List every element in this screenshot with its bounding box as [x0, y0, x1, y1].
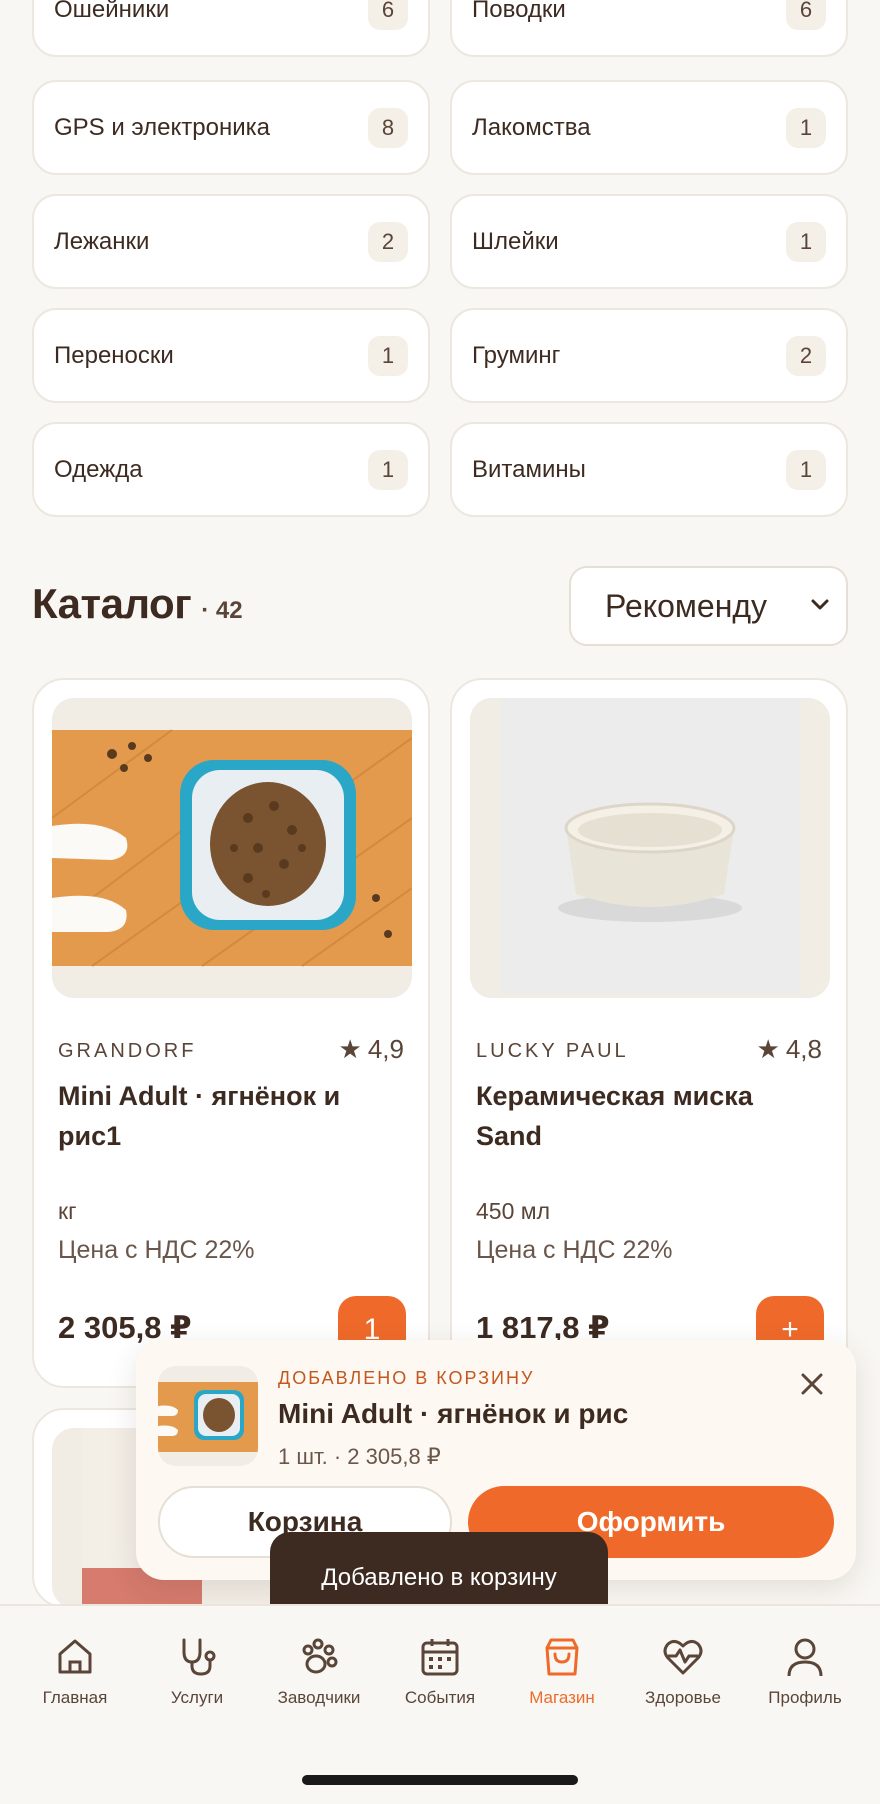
- category-label: Переноски: [54, 341, 174, 369]
- category-harnesses[interactable]: Шлейки 1: [450, 194, 848, 289]
- category-vitamins[interactable]: Витамины 1: [450, 422, 848, 517]
- rating-value: 4,8: [785, 1034, 822, 1064]
- nav-item-services[interactable]: Услуги: [136, 1634, 258, 1708]
- nav-label: Магазин: [529, 1688, 595, 1707]
- close-icon[interactable]: [794, 1366, 830, 1402]
- category-collars[interactable]: Ошейники 6: [32, 0, 430, 57]
- category-treats[interactable]: Лакомства 1: [450, 80, 848, 175]
- popup-product-meta: 1 шт. · 2 305,8 ₽: [278, 1444, 441, 1469]
- product-name[interactable]: Керамическая миска Sand: [476, 1076, 826, 1156]
- nav-item-health[interactable]: Здоровье: [622, 1634, 744, 1708]
- calendar-icon: [421, 1639, 459, 1676]
- category-count: 1: [786, 107, 826, 148]
- category-label: Ошейники: [54, 0, 170, 23]
- home-icon: [58, 1639, 92, 1674]
- product-vat-note: Цена с НДС 22%: [58, 1236, 255, 1264]
- stethoscope-icon: [182, 1638, 216, 1676]
- product-image-ceramic-bowl: [470, 698, 830, 998]
- nav-label: Главная: [42, 1688, 108, 1707]
- product-rating: ★ 4,8: [757, 1034, 822, 1065]
- sort-value: Рекоменду: [605, 587, 768, 624]
- product-rating: ★ 4,9: [339, 1034, 404, 1065]
- category-label: Витамины: [472, 455, 586, 483]
- nav-label: Услуги: [170, 1688, 224, 1707]
- category-count: 1: [786, 449, 826, 490]
- category-label: Лакомства: [472, 113, 591, 141]
- nav-item-home[interactable]: Главная: [14, 1634, 136, 1708]
- category-label: GPS и электроника: [54, 113, 270, 141]
- category-count: 8: [368, 107, 408, 148]
- category-clothing[interactable]: Одежда 1: [32, 422, 430, 517]
- product-card[interactable]: GRANDORF ★ 4,9 Mini Adult · ягнёнок и ри…: [32, 678, 430, 1388]
- nav-item-profile[interactable]: Профиль: [744, 1634, 866, 1708]
- category-gps[interactable]: GPS и электроника 8: [32, 80, 430, 175]
- product-card[interactable]: LUCKY PAUL ★ 4,8 Керамическая миска Sand…: [450, 678, 848, 1388]
- catalog-count: · 42: [201, 597, 243, 624]
- home-indicator: [302, 1775, 578, 1785]
- chevron-down-icon: [808, 592, 832, 621]
- popup-product-thumbnail: [158, 1366, 258, 1466]
- category-label: Одежда: [54, 455, 143, 483]
- category-count: 6: [368, 0, 408, 30]
- category-leashes[interactable]: Поводки 6: [450, 0, 848, 57]
- catalog-header: Каталог · 42: [32, 580, 243, 628]
- bottom-navigation: Главная Услуги Заводчики События Магазин…: [0, 1604, 880, 1804]
- nav-label: События: [404, 1688, 476, 1707]
- category-count: 2: [368, 221, 408, 262]
- product-brand: GRANDORF: [58, 1040, 197, 1062]
- category-count: 2: [786, 335, 826, 376]
- nav-label: Заводчики: [277, 1688, 361, 1707]
- nav-item-events[interactable]: События: [379, 1634, 501, 1708]
- category-grooming[interactable]: Груминг 2: [450, 308, 848, 403]
- user-icon: [787, 1638, 823, 1677]
- product-unit: 450 мл: [476, 1198, 550, 1224]
- product-vat-note: Цена с НДС 22%: [476, 1236, 673, 1264]
- category-label: Груминг: [472, 341, 561, 369]
- catalog-title: Каталог: [32, 580, 192, 627]
- star-icon: ★: [756, 1034, 780, 1064]
- nav-item-breeders[interactable]: Заводчики: [258, 1634, 380, 1708]
- product-brand: LUCKY PAUL: [476, 1040, 629, 1062]
- category-carriers[interactable]: Переноски 1: [32, 308, 430, 403]
- star-icon: ★: [338, 1034, 362, 1064]
- nav-label: Профиль: [768, 1688, 842, 1707]
- product-image-dog-food: [52, 698, 412, 998]
- category-label: Шлейки: [472, 227, 559, 255]
- category-label: Поводки: [472, 0, 566, 23]
- paw-icon: [302, 1638, 338, 1674]
- product-unit: кг: [58, 1198, 77, 1224]
- shopping-bag-icon: [545, 1638, 579, 1676]
- popup-tag: ДОБАВЛЕНО В КОРЗИНУ: [278, 1368, 535, 1388]
- category-count: 1: [368, 335, 408, 376]
- category-count: 1: [786, 221, 826, 262]
- product-name[interactable]: Mini Adult · ягнёнок и рис1: [58, 1076, 408, 1156]
- popup-product-name: Mini Adult · ягнёнок и рис: [278, 1398, 629, 1429]
- category-beds[interactable]: Лежанки 2: [32, 194, 430, 289]
- nav-item-shop[interactable]: Магазин: [501, 1634, 623, 1708]
- category-count: 1: [368, 449, 408, 490]
- category-count: 6: [786, 0, 826, 30]
- category-label: Лежанки: [54, 227, 150, 255]
- rating-value: 4,9: [367, 1034, 404, 1064]
- sort-select[interactable]: Рекоменду: [569, 566, 848, 646]
- heart-pulse-icon: [663, 1639, 703, 1675]
- nav-label: Здоровье: [645, 1688, 721, 1707]
